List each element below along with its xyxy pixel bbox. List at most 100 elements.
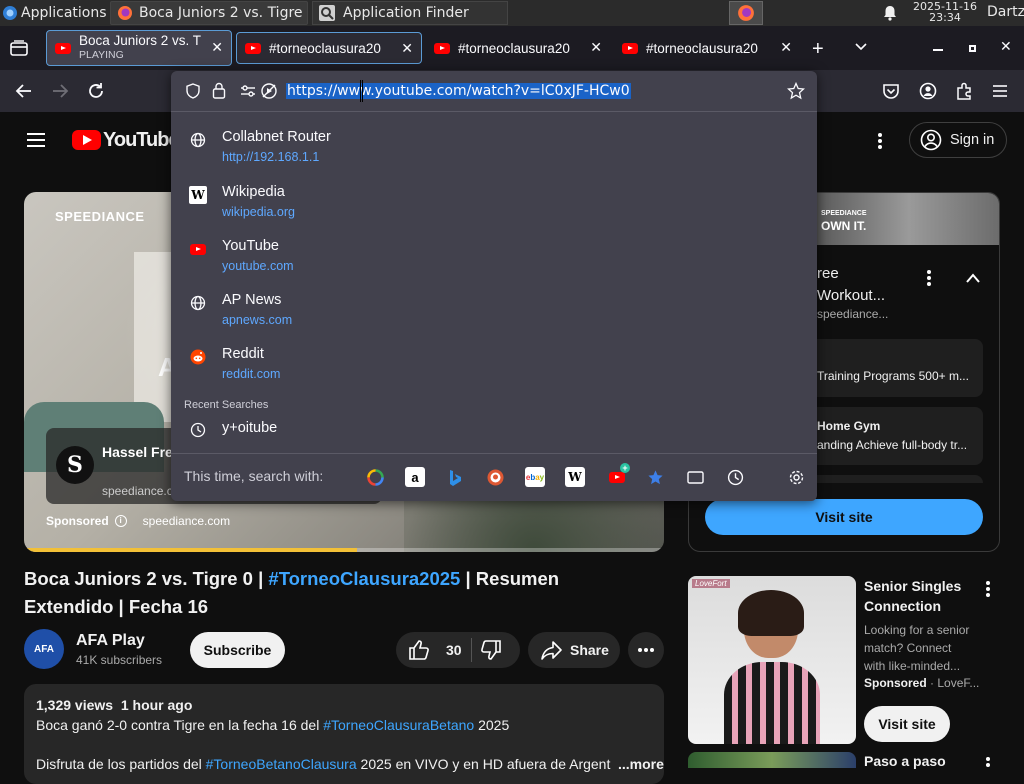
pocket-icon[interactable] (878, 78, 904, 104)
close-tab-icon[interactable]: ✕ (780, 39, 792, 56)
rec1-title-1: Senior Singles (864, 578, 962, 594)
clock[interactable]: 2025-11-16 23:34 (906, 1, 984, 23)
suggestion-ap-news[interactable]: AP News apnews.com (171, 286, 817, 336)
rec-ad-thumbnail[interactable]: LoveFort (688, 576, 856, 744)
duckduckgo-engine-icon[interactable] (485, 467, 505, 487)
url-input[interactable]: https://www.youtube.com/watch?v=lC0xJF-H… (286, 81, 631, 101)
side-ad-banner[interactable]: SPEEDIANCE OWN IT. (817, 193, 999, 245)
tabs-engine-icon[interactable] (685, 467, 705, 487)
tab-title: #torneoclausura20 (646, 40, 758, 56)
youtube-engine-icon[interactable]: + (607, 463, 630, 487)
description-box[interactable]: 1,329 views 1 hour ago Boca ganó 2-0 con… (24, 684, 664, 784)
channel-name[interactable]: AFA Play (76, 632, 145, 650)
maximize-icon[interactable] (969, 45, 976, 52)
wikipedia-engine-icon[interactable]: W (565, 467, 585, 487)
rec-ad-title[interactable]: Senior Singles Connection (864, 576, 961, 616)
suggestion-collabnet-router[interactable]: Collabnet Router http://192.168.1.1 (171, 123, 817, 173)
tab-active[interactable]: Boca Juniors 2 vs. T PLAYING ✕ (46, 30, 232, 66)
desc1-hashtag[interactable]: #TorneoClausuraBetano (323, 717, 474, 733)
side-ad-title-1: ree (817, 265, 839, 282)
more-actions-button[interactable] (628, 632, 664, 668)
tray-firefox-icon[interactable] (729, 1, 763, 25)
tab-overview-icon[interactable] (10, 40, 28, 56)
desc2-text-b: 2025 en VIVO y en HD afuera de Argent (356, 756, 611, 772)
side-ad-card-2[interactable]: Home Gym anding Achieve full-body tr... (807, 407, 983, 465)
menu-icon[interactable] (987, 78, 1013, 104)
info-icon[interactable]: i (114, 515, 127, 527)
history-engine-icon[interactable] (725, 467, 745, 487)
user-name[interactable]: Dartz (987, 4, 1024, 20)
notification-bell-icon[interactable] (882, 5, 898, 21)
minimize-icon[interactable] (933, 49, 943, 51)
video-title: Boca Juniors 2 vs. Tigre 0 | #TorneoClau… (24, 565, 664, 621)
subscribe-button[interactable]: Subscribe (190, 632, 285, 668)
new-tab-icon[interactable]: + (812, 38, 824, 61)
youtube-logo[interactable]: YouTube (72, 129, 180, 151)
description-line1: Boca ganó 2-0 contra Tigre en la fecha 1… (36, 717, 509, 733)
sign-in-button[interactable]: Sign in (909, 122, 1007, 158)
tab-3[interactable]: #torneoclausura20 ✕ (426, 32, 610, 64)
desc2-hashtag[interactable]: #TorneoBetanoClausura (206, 756, 357, 772)
rec1-title-2: Connection (864, 598, 941, 614)
ebay-engine-icon[interactable]: ebay (525, 467, 545, 487)
list-all-tabs-icon[interactable] (853, 38, 869, 54)
visit-site-button[interactable]: Visit site (705, 499, 983, 535)
channel-subscribers: 41K subscribers (76, 653, 163, 667)
bookmarks-star-icon[interactable] (645, 467, 665, 487)
rec2-title[interactable]: Paso a paso (864, 753, 946, 769)
side-card1-text: Training Programs 500+ m... (817, 369, 969, 383)
video-progress-bar[interactable] (24, 548, 664, 552)
google-engine-icon[interactable] (365, 467, 385, 487)
tab-2[interactable]: #torneoclausura20 ✕ (236, 32, 422, 64)
more-options-icon[interactable] (877, 132, 883, 150)
channel-avatar[interactable]: AFA (24, 629, 64, 669)
account-icon[interactable] (915, 78, 941, 104)
lock-icon[interactable] (212, 82, 226, 99)
share-button[interactable]: Share (528, 632, 620, 668)
rec2-more-icon[interactable] (985, 756, 991, 768)
rec1-desc-2: match? Connect (864, 641, 952, 655)
close-window-icon[interactable]: ✕ (1000, 38, 1012, 55)
like-button[interactable]: 30 (396, 632, 470, 668)
bookmark-star-icon[interactable] (786, 81, 806, 100)
video-title-hashtag[interactable]: #TorneoClausura2025 (268, 568, 460, 589)
amazon-engine-icon[interactable]: a (405, 467, 425, 487)
recent-searches-header: Recent Searches (184, 399, 269, 411)
rec-ad-visit-button[interactable]: Visit site (864, 706, 950, 742)
permissions-icon[interactable] (240, 84, 256, 98)
taskbar-window-firefox[interactable]: Boca Juniors 2 vs. Tigre ... (110, 1, 308, 25)
globe-icon (189, 294, 207, 312)
tracking-protection-shield-icon[interactable] (185, 83, 201, 99)
suggestion-title: YouTube (222, 238, 279, 254)
suggestion-youtube[interactable]: YouTube youtube.com (171, 232, 817, 282)
sponsored-domain[interactable]: speediance.com (143, 514, 230, 528)
close-tab-icon[interactable]: ✕ (401, 40, 413, 57)
suggestion-reddit[interactable]: Reddit reddit.com (171, 340, 817, 390)
side-ad-more-icon[interactable] (926, 269, 932, 287)
close-tab-icon[interactable]: ✕ (211, 39, 223, 56)
close-tab-icon[interactable]: ✕ (590, 39, 602, 56)
bing-engine-icon[interactable] (445, 467, 465, 487)
video-title-part2: | Resumen (460, 568, 560, 589)
guide-menu-icon[interactable] (26, 132, 46, 148)
applications-menu[interactable]: Applications (0, 1, 108, 25)
suggestion-wikipedia[interactable]: W Wikipedia wikipedia.org (171, 178, 817, 228)
video-title-part1: Boca Juniors 2 vs. Tigre 0 | (24, 568, 269, 589)
side-ad-card-1[interactable]: Training Programs 500+ m... (807, 339, 983, 397)
reload-icon[interactable] (83, 78, 109, 104)
show-more-link[interactable]: ...more (618, 756, 664, 772)
extensions-icon[interactable] (951, 78, 977, 104)
taskbar-window-appfinder[interactable]: Application Finder (312, 1, 508, 25)
tab-4[interactable]: #torneoclausura20 ✕ (614, 32, 800, 64)
back-icon[interactable] (11, 78, 37, 104)
rec-ad-more-icon[interactable] (985, 580, 991, 598)
rec2-thumbnail[interactable] (688, 752, 856, 768)
suggestion-url: youtube.com (222, 259, 294, 273)
dislike-button[interactable] (480, 639, 502, 661)
recent-search-item[interactable]: y+oitube (171, 411, 817, 447)
forward-icon[interactable] (47, 78, 73, 104)
collapse-chevron-icon[interactable] (965, 271, 981, 283)
search-settings-gear-icon[interactable] (786, 467, 806, 487)
autoplay-blocked-icon[interactable] (260, 82, 278, 100)
sponsored-text: Sponsored (46, 514, 109, 528)
